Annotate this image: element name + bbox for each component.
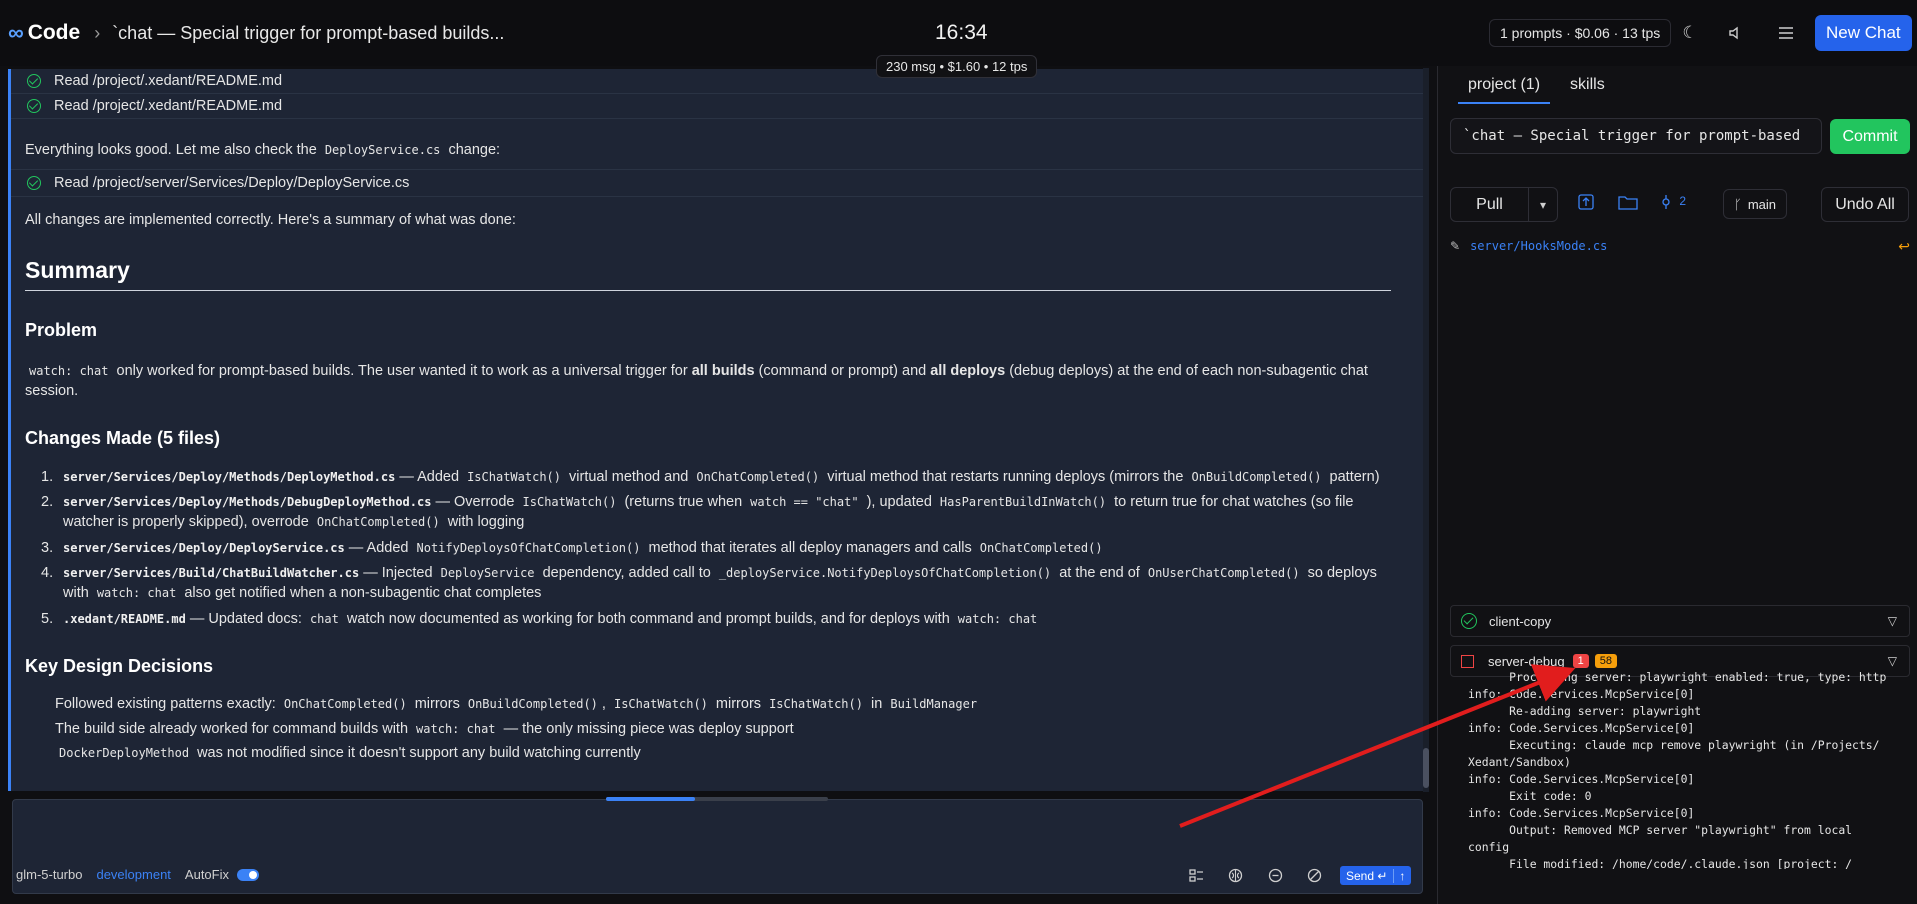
speaker-icon[interactable] (1725, 22, 1747, 44)
list-item: 3. server/Services/Deploy/DeployService.… (41, 540, 1103, 556)
process-name: server-debug (1488, 653, 1565, 669)
assistant-text: Everything looks good. Let me also check… (25, 142, 501, 158)
changes-heading: Changes Made (5 files) (25, 428, 221, 448)
branch-icon: ᚴ (1734, 196, 1742, 212)
list-item: 1. server/Services/Deploy/Methods/Deploy… (41, 469, 1380, 485)
assistant-text: All changes are implemented correctly. H… (25, 212, 516, 228)
pencil-icon: ✎ (1450, 239, 1461, 253)
changes-count: 2 (1679, 194, 1687, 209)
process-name: client-copy (1489, 613, 1552, 629)
context-progress-bar (606, 797, 828, 801)
chat-transcript: Read /project/.xedant/README.md Read /pr… (8, 69, 1427, 791)
minus-circle-icon[interactable] (1266, 866, 1284, 884)
list-item: DockerDeployMethod was not modified sinc… (59, 745, 641, 761)
summary-heading: Summary (25, 257, 130, 283)
undo-all-button[interactable]: Undo All (1821, 187, 1909, 222)
message-stats: 230 msg • $1.60 • 12 tps (876, 55, 1038, 78)
commit-message-input[interactable]: `chat — Special trigger for prompt-based (1450, 118, 1822, 154)
branch-name: main (1747, 196, 1776, 212)
tool-call-row[interactable]: Read /project/.xedant/README.md (11, 94, 1427, 119)
panel-tabs: project (1) skills (1458, 76, 1615, 104)
breadcrumb-separator: › (94, 22, 101, 43)
session-stats: 1 prompts · $0.06 · 13 tps (1489, 19, 1672, 47)
upload-icon[interactable] (1578, 194, 1594, 213)
warning-count-badge: 58 (1594, 654, 1617, 668)
inline-code: DeployService.cs (324, 143, 441, 157)
context-progress-fill (606, 797, 695, 801)
list-item: 2. server/Services/Deploy/Methods/DebugD… (41, 494, 1354, 530)
no-entry-icon[interactable] (1305, 866, 1323, 884)
toggle-switch[interactable] (237, 868, 259, 881)
autofix-toggle[interactable]: AutoFix (185, 867, 259, 882)
check-circle-icon (1461, 613, 1477, 629)
pull-button-group: Pull ▾ (1450, 187, 1558, 222)
model-selector[interactable]: glm-5-turbo (16, 867, 82, 882)
moon-icon[interactable]: ☾ (1679, 22, 1701, 44)
commit-icon[interactable]: 2 (1660, 194, 1686, 210)
infinity-logo-icon: ∞ (8, 20, 24, 45)
send-label: Send ↵ (1346, 868, 1388, 883)
error-count-badge: 1 (1572, 654, 1589, 668)
list-item: Followed existing patterns exactly: OnCh… (55, 696, 978, 712)
scrollbar-thumb[interactable] (1423, 748, 1429, 788)
changed-file-row[interactable]: ✎ server/HooksMode.cs ↩ (1450, 238, 1910, 255)
tool-call-label: Read /project/.xedant/README.md (54, 98, 283, 114)
check-circle-icon (27, 176, 41, 190)
list-item: The build side already worked for comman… (55, 721, 794, 737)
branch-selector[interactable]: ᚴ main (1723, 189, 1787, 219)
file-name: server/HooksMode.cs (1470, 239, 1608, 253)
tab-skills[interactable]: skills (1570, 76, 1615, 104)
up-arrow-icon: ↑ (1393, 868, 1405, 883)
chat-scrollbar[interactable] (1423, 68, 1429, 792)
new-chat-button[interactable]: New Chat (1815, 15, 1912, 51)
problem-heading: Problem (25, 320, 98, 340)
process-client-copy[interactable]: client-copy ▽ (1450, 605, 1910, 637)
divider (25, 290, 1391, 291)
chevron-down-icon[interactable]: ▾ (1529, 198, 1557, 212)
check-circle-icon (27, 74, 41, 88)
input-toolbar: glm-5-turbo development AutoFix (16, 867, 259, 882)
revert-icon[interactable]: ↩ (1898, 238, 1910, 255)
tool-call-row[interactable]: Read /project/server/Services/Deploy/Dep… (11, 169, 1427, 197)
tool-call-label: Read /project/server/Services/Deploy/Dep… (54, 175, 410, 191)
tool-call-row[interactable]: Read /project/.xedant/README.md (11, 69, 1427, 94)
app-logo[interactable]: ∞ Code (8, 20, 80, 46)
decisions-heading: Key Design Decisions (25, 656, 214, 676)
brain-icon[interactable] (1226, 866, 1244, 884)
chevron-down-icon[interactable]: ▽ (1888, 614, 1897, 628)
menu-icon[interactable] (1775, 22, 1797, 44)
server-log-output: Processing server: playwright enabled: t… (1468, 670, 1887, 869)
clock: 16:34 (935, 21, 988, 44)
stop-icon[interactable] (1461, 654, 1474, 668)
tool-call-label: Read /project/.xedant/README.md (54, 73, 283, 89)
pull-button[interactable]: Pull (1451, 188, 1529, 221)
tab-project[interactable]: project (1) (1458, 76, 1551, 104)
folder-icon[interactable] (1618, 194, 1638, 213)
chevron-down-icon[interactable]: ▽ (1888, 654, 1897, 668)
chat-title[interactable]: `chat — Special trigger for prompt-based… (112, 23, 504, 44)
app-name: Code (27, 21, 81, 44)
environment-selector[interactable]: development (96, 867, 170, 882)
autofix-label: AutoFix (184, 867, 229, 882)
commit-button[interactable]: Commit (1830, 119, 1910, 154)
send-button[interactable]: Send ↵ ↑ (1340, 866, 1412, 885)
problem-text: watch: chat only worked for prompt-based… (25, 363, 1368, 399)
list-item: 4. server/Services/Build/ChatBuildWatche… (41, 565, 1377, 601)
layout-icon[interactable] (1187, 866, 1205, 884)
check-circle-icon (27, 99, 41, 113)
list-item: 5. .xedant/README.md — Updated docs: cha… (41, 611, 1038, 627)
